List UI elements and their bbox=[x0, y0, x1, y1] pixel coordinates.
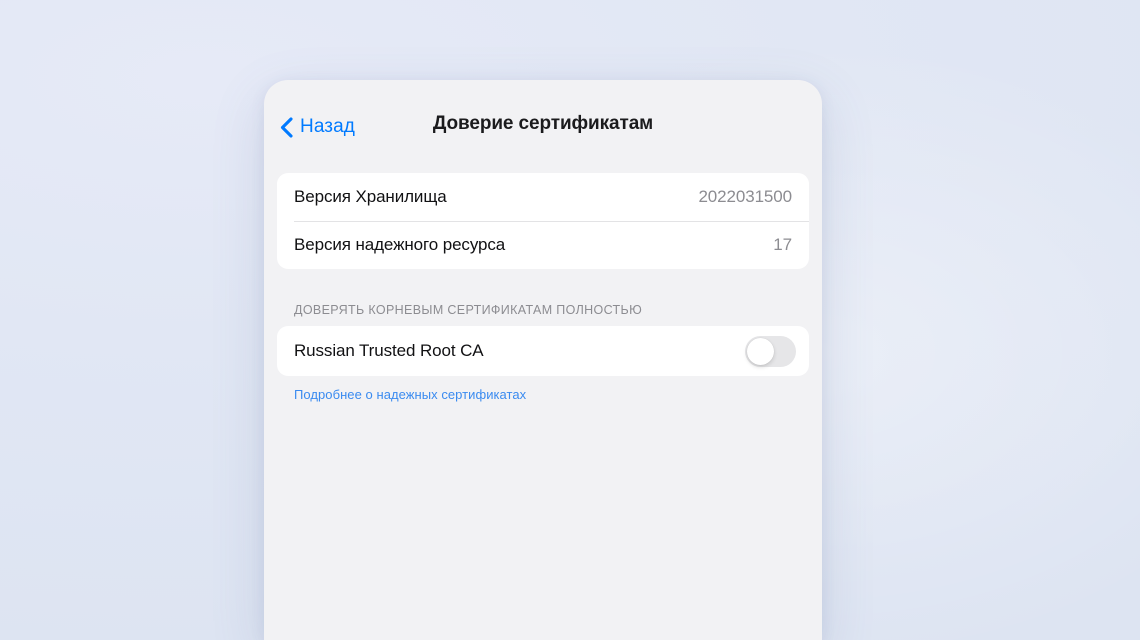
table-row[interactable]: Версия Хранилища 2022031500 bbox=[277, 173, 809, 221]
page-title: Доверие сертификатам bbox=[432, 113, 654, 134]
settings-content: Версия Хранилища 2022031500 Версия надеж… bbox=[264, 173, 822, 404]
certificate-name-label: Russian Trusted Root CA bbox=[294, 341, 484, 360]
row-label: Версия надежного ресурса bbox=[294, 235, 506, 254]
learn-more-link[interactable]: Подробнее о надежных сертификатах bbox=[277, 387, 543, 402]
trust-section-header: ДОВЕРЯТЬ КОРНЕВЫМ СЕРТИФИКАТАМ ПОЛНОСТЬЮ bbox=[294, 303, 643, 317]
trust-certificate-toggle[interactable] bbox=[745, 335, 796, 367]
row-value: 2022031500 bbox=[698, 187, 792, 206]
toggle-knob bbox=[747, 337, 774, 365]
trusted-roots-card: Russian Trusted Root CA bbox=[277, 326, 809, 376]
phone-screen-panel: Назад Доверие сертификатам Версия Хранил… bbox=[264, 80, 822, 640]
row-value: 17 bbox=[773, 235, 792, 254]
row-label: Версия Хранилища bbox=[294, 187, 447, 206]
store-version-card: Версия Хранилища 2022031500 Версия надеж… bbox=[277, 173, 809, 269]
list-item[interactable]: Russian Trusted Root CA bbox=[277, 326, 809, 376]
table-row[interactable]: Версия надежного ресурса 17 bbox=[277, 221, 809, 269]
navigation-bar: Назад Доверие сертификатам bbox=[264, 80, 822, 173]
